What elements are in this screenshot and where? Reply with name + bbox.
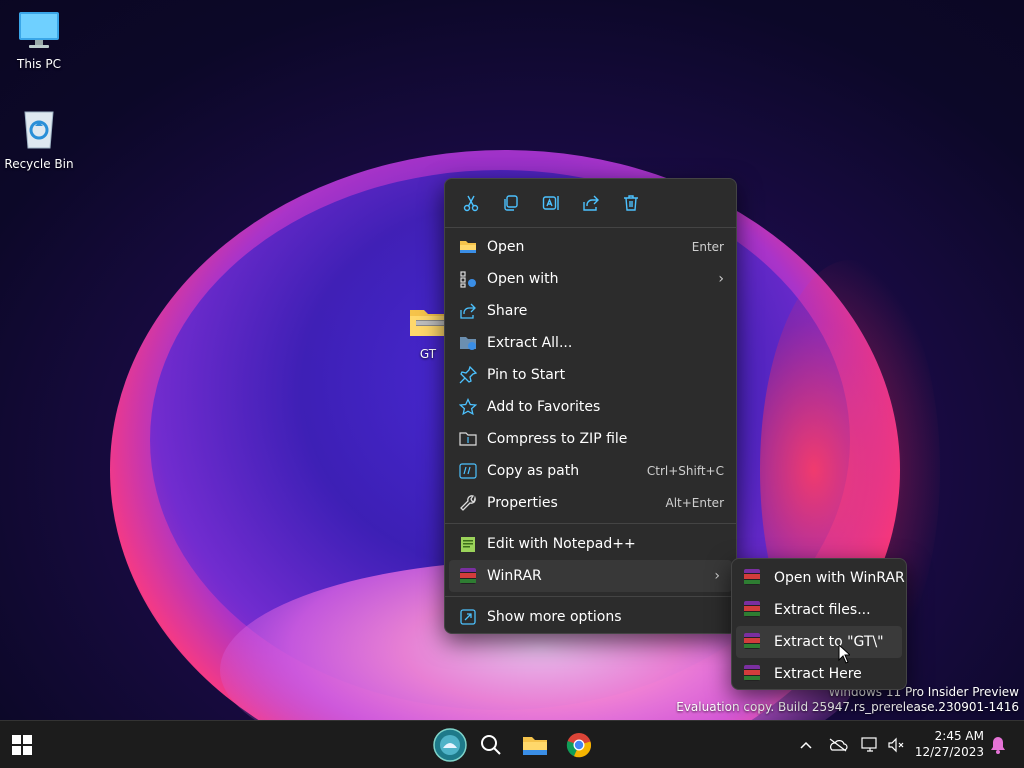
menu-item-label: Extract All...	[487, 335, 573, 351]
more-options-icon	[459, 608, 477, 626]
zip-icon	[459, 430, 477, 448]
menu-item-label: Open with	[487, 271, 559, 287]
menu-item-label: Edit with Notepad++	[487, 536, 636, 552]
menu-item-shortcut: Enter	[691, 240, 724, 254]
start-button[interactable]	[4, 727, 40, 763]
chevron-up-icon	[800, 741, 812, 749]
extract-icon	[459, 334, 477, 352]
onedrive-offline-icon	[829, 738, 848, 752]
monitor-icon	[19, 12, 59, 48]
volume-muted-icon	[888, 737, 904, 753]
menu-item-label: Compress to ZIP file	[487, 431, 628, 447]
desktop-icon-recycle-bin[interactable]: Recycle Bin	[0, 106, 78, 171]
open-with-icon	[459, 270, 477, 288]
context-menu: Open Enter Open with › Share Extract All…	[444, 178, 737, 634]
network-tray-button[interactable]	[858, 733, 882, 757]
menu-item-winrar[interactable]: WinRAR ›	[449, 560, 732, 592]
wrench-icon	[459, 494, 477, 512]
submenu-item-label: Extract Here	[774, 666, 862, 682]
taskbar-search-button[interactable]	[473, 727, 509, 763]
winrar-icon	[744, 601, 762, 619]
chevron-right-icon: ›	[718, 271, 724, 287]
share-icon	[459, 302, 477, 320]
clock-date: 12/27/2023	[914, 745, 984, 759]
scissors-icon	[463, 195, 479, 212]
recycle-bin-icon	[24, 111, 54, 149]
menu-item-label: Copy as path	[487, 463, 580, 479]
desktop-icon-this-pc[interactable]: This PC	[0, 10, 78, 71]
pin-icon	[459, 366, 477, 384]
menu-item-pin-to-start[interactable]: Pin to Start	[445, 359, 736, 391]
menu-item-share[interactable]: Share	[445, 295, 736, 327]
menu-item-shortcut: Alt+Enter	[665, 496, 724, 510]
delete-button[interactable]	[617, 189, 645, 217]
menu-item-label: Open	[487, 239, 525, 255]
menu-item-add-to-favorites[interactable]: Add to Favorites	[445, 391, 736, 423]
share-icon	[583, 195, 599, 211]
winrar-icon	[744, 569, 762, 587]
menu-item-label: Properties	[487, 495, 558, 511]
taskbar-chrome-button[interactable]	[561, 727, 597, 763]
shell-app-icon	[433, 728, 467, 762]
submenu-item-open-with-winrar[interactable]: Open with WinRAR	[732, 562, 906, 594]
star-icon	[459, 398, 477, 416]
winrar-icon	[744, 665, 762, 683]
submenu-item-label: Extract to "GT\"	[774, 634, 884, 650]
submenu-item-extract-here[interactable]: Extract Here	[732, 658, 906, 690]
rename-button[interactable]	[537, 189, 565, 217]
folder-icon	[459, 238, 477, 256]
desktop-icon-label: Recycle Bin	[4, 157, 74, 171]
rename-icon	[542, 196, 559, 210]
network-icon	[861, 737, 877, 752]
trash-icon	[624, 195, 638, 211]
watermark-line-2: Evaluation copy. Build 25947.rs_prerelea…	[676, 700, 1019, 714]
cut-button[interactable]	[457, 189, 485, 217]
menu-item-label: Pin to Start	[487, 367, 566, 383]
windows-logo-icon	[12, 735, 32, 755]
taskbar-clock[interactable]: 2:45 AM 12/27/2023	[912, 728, 984, 760]
menu-item-copy-as-path[interactable]: Copy as path Ctrl+Shift+C	[445, 455, 736, 487]
menu-item-label: Share	[487, 303, 528, 319]
menu-item-open[interactable]: Open Enter	[445, 231, 736, 263]
zip-folder-icon	[410, 310, 446, 336]
submenu-item-label: Extract files...	[774, 602, 871, 618]
clock-time: 2:45 AM	[934, 729, 984, 743]
menu-item-label: Show more options	[487, 609, 622, 625]
submenu-item-label: Open with WinRAR	[774, 570, 905, 586]
notifications-button[interactable]	[986, 733, 1010, 757]
submenu-item-extract-to-folder[interactable]: Extract to "GT\"	[736, 626, 902, 658]
taskbar: 2:45 AM 12/27/2023	[0, 720, 1024, 768]
submenu-item-extract-files[interactable]: Extract files...	[732, 594, 906, 626]
mouse-cursor-icon	[838, 644, 850, 664]
bell-icon	[991, 737, 1005, 754]
winrar-icon	[744, 633, 762, 651]
search-icon	[481, 735, 501, 755]
volume-tray-button[interactable]	[884, 733, 908, 757]
notepadpp-icon	[459, 535, 477, 553]
onedrive-tray-button[interactable]	[826, 733, 850, 757]
menu-item-shortcut: Ctrl+Shift+C	[646, 464, 724, 478]
chevron-right-icon: ›	[714, 568, 720, 584]
share-button[interactable]	[577, 189, 605, 217]
taskbar-file-explorer-button[interactable]	[517, 727, 553, 763]
copy-icon	[504, 195, 518, 211]
taskbar-app-shell-button[interactable]	[432, 727, 468, 763]
desktop-icon-label: This PC	[17, 57, 61, 71]
copy-button[interactable]	[497, 189, 525, 217]
menu-item-show-more-options[interactable]: Show more options	[445, 601, 736, 633]
menu-item-label: Add to Favorites	[487, 399, 601, 415]
show-hidden-icons-button[interactable]	[794, 733, 818, 757]
menu-item-extract-all[interactable]: Extract All...	[445, 327, 736, 359]
path-icon	[459, 462, 477, 480]
menu-item-properties[interactable]: Properties Alt+Enter	[445, 487, 736, 519]
menu-item-open-with[interactable]: Open with ›	[445, 263, 736, 295]
menu-item-compress-zip[interactable]: Compress to ZIP file	[445, 423, 736, 455]
folder-icon	[523, 737, 547, 755]
winrar-icon	[459, 567, 477, 585]
quick-actions-bar	[445, 179, 736, 227]
menu-item-edit-notepadpp[interactable]: Edit with Notepad++	[445, 528, 736, 560]
menu-item-label: WinRAR	[487, 568, 542, 584]
chrome-icon	[566, 733, 592, 758]
winrar-submenu: Open with WinRAR Extract files... Extrac…	[731, 558, 907, 690]
